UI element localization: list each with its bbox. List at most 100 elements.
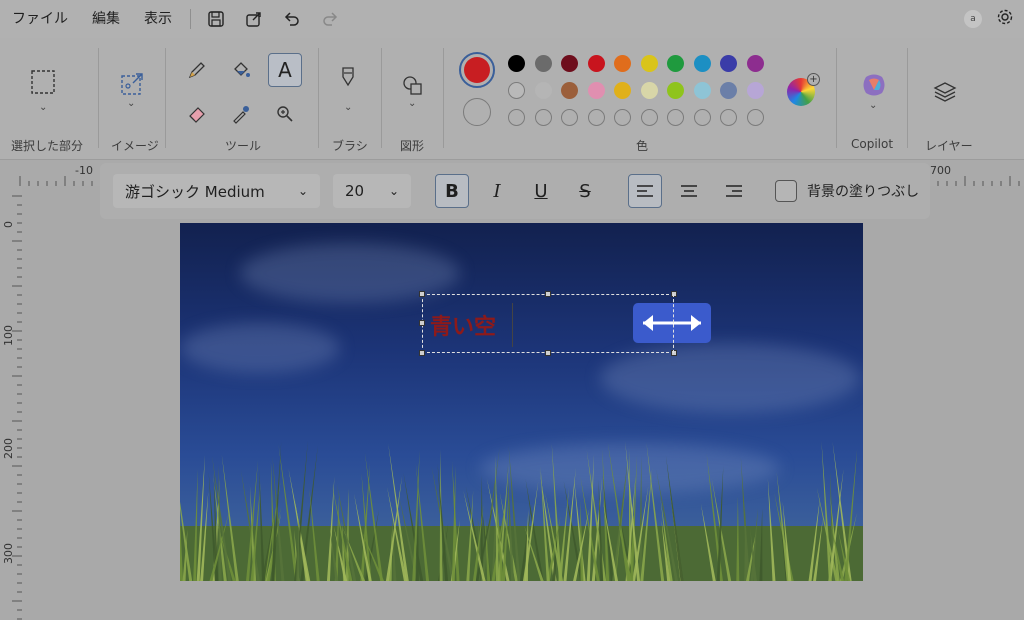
color-swatch[interactable] — [561, 109, 578, 126]
align-center-button[interactable] — [672, 174, 706, 208]
current-color-primary[interactable] — [459, 52, 495, 88]
typed-text[interactable]: 青い空 — [430, 309, 496, 341]
color-swatch[interactable] — [667, 109, 684, 126]
color-swatch[interactable] — [640, 55, 658, 72]
italic-button[interactable]: I — [480, 174, 514, 208]
cloud-shape — [600, 343, 860, 413]
group-label-shapes: 図形 — [400, 139, 425, 153]
color-swatch[interactable] — [508, 82, 525, 99]
ribbon-separator — [165, 48, 166, 148]
color-swatch[interactable] — [534, 82, 552, 99]
magnifier-icon[interactable] — [269, 98, 301, 130]
copilot-chevron-down-icon[interactable]: ⌄ — [869, 100, 877, 111]
undo-icon[interactable] — [273, 0, 311, 38]
brush-icon[interactable] — [332, 64, 364, 96]
share-icon[interactable] — [235, 0, 273, 38]
color-swatch[interactable] — [587, 109, 605, 126]
selection-rectangle-icon[interactable] — [27, 66, 59, 98]
font-size-dropdown[interactable]: 20 ⌄ — [333, 174, 411, 208]
resize-handle[interactable] — [671, 350, 677, 356]
settings-gear-icon[interactable] — [996, 8, 1014, 30]
align-left-button[interactable] — [628, 174, 662, 208]
save-icon[interactable] — [197, 0, 235, 38]
color-swatch[interactable] — [614, 82, 631, 99]
color-swatch[interactable] — [534, 109, 552, 126]
ribbon-separator — [836, 48, 837, 148]
resize-handle[interactable] — [545, 350, 551, 356]
fill-background-checkbox[interactable] — [775, 180, 797, 202]
eraser-icon[interactable] — [181, 98, 213, 130]
ribbon: ⌄ 選択した部分 ⌄ イメージ A ツール ⌄ ブラシ ⌄ 図形 + 色 ⌄ C… — [0, 38, 1024, 160]
strikethrough-button[interactable]: S — [568, 174, 602, 208]
horizontal-resize-cursor-icon[interactable] — [633, 303, 711, 343]
fill-bucket-icon[interactable] — [225, 54, 257, 86]
color-swatch[interactable] — [614, 109, 631, 126]
edit-colors-icon[interactable]: + — [787, 73, 820, 106]
resize-handle[interactable] — [419, 291, 425, 297]
canvas-image[interactable] — [180, 223, 863, 581]
color-swatch[interactable] — [693, 55, 711, 72]
group-label-image: イメージ — [111, 139, 159, 153]
current-color-secondary[interactable] — [463, 98, 491, 126]
underline-button[interactable]: U — [524, 174, 558, 208]
vertical-ruler: 0 100 200 300 — [0, 186, 22, 620]
ruler-v-label-200: 200 — [2, 438, 15, 459]
color-swatch[interactable] — [720, 82, 737, 99]
text-tool-icon[interactable]: A — [268, 53, 302, 87]
color-swatch[interactable] — [640, 109, 658, 126]
color-swatch[interactable] — [508, 109, 525, 126]
ribbon-separator — [443, 48, 444, 148]
account-icon[interactable]: a — [964, 10, 982, 28]
shapes-chevron-down-icon[interactable]: ⌄ — [408, 98, 416, 109]
color-picker-icon[interactable] — [225, 98, 257, 130]
color-swatch[interactable] — [746, 109, 764, 126]
image-resize-icon[interactable] — [116, 68, 148, 100]
ruler-v-label-300: 300 — [2, 543, 15, 564]
copilot-icon[interactable] — [861, 72, 887, 98]
pencil-icon[interactable] — [181, 54, 213, 86]
resize-handle[interactable] — [419, 320, 425, 326]
menu-file[interactable]: ファイル — [0, 0, 80, 38]
ribbon-separator — [98, 48, 99, 148]
menu-view[interactable]: 表示 — [132, 0, 184, 38]
text-caret — [512, 303, 513, 347]
align-right-button[interactable] — [717, 174, 751, 208]
color-swatch[interactable] — [720, 109, 737, 126]
color-swatch[interactable] — [614, 55, 631, 72]
color-swatch[interactable] — [693, 109, 711, 126]
layers-icon[interactable] — [929, 76, 961, 108]
image-chevron-down-icon[interactable]: ⌄ — [127, 98, 135, 109]
resize-handle[interactable] — [671, 291, 677, 297]
font-family-dropdown[interactable]: 游ゴシック Medium ⌄ — [113, 174, 320, 208]
group-label-copilot: Copilot — [851, 137, 894, 151]
color-swatch[interactable] — [693, 82, 711, 99]
redo-icon[interactable] — [311, 0, 349, 38]
color-swatch[interactable] — [561, 82, 578, 99]
group-label-tools: ツール — [225, 139, 262, 153]
color-swatch[interactable] — [561, 55, 578, 72]
menu-bar: ファイル 編集 表示 a — [0, 0, 1024, 38]
selection-chevron-down-icon[interactable]: ⌄ — [39, 102, 47, 113]
color-swatch[interactable] — [587, 55, 605, 72]
color-swatch[interactable] — [667, 55, 684, 72]
bold-button[interactable]: B — [435, 174, 469, 208]
color-swatch[interactable] — [640, 82, 658, 99]
group-label-colors: 色 — [636, 139, 649, 153]
cloud-shape — [180, 323, 340, 373]
color-swatch[interactable] — [746, 82, 764, 99]
group-label-layers: レイヤー — [925, 139, 973, 153]
resize-handle[interactable] — [545, 291, 551, 297]
color-swatch[interactable] — [534, 55, 552, 72]
color-swatch[interactable] — [667, 82, 684, 99]
color-swatch[interactable] — [720, 55, 737, 72]
color-swatch[interactable] — [587, 82, 605, 99]
font-family-value: 游ゴシック Medium — [125, 182, 265, 201]
resize-handle[interactable] — [419, 350, 425, 356]
color-swatch[interactable] — [746, 55, 764, 72]
grass-image — [180, 441, 863, 581]
menu-edit[interactable]: 編集 — [80, 0, 132, 38]
primary-color-fill — [464, 57, 490, 83]
color-swatch[interactable] — [508, 55, 525, 72]
brush-chevron-down-icon[interactable]: ⌄ — [344, 102, 352, 113]
ruler-label-left: -10 — [75, 164, 93, 177]
